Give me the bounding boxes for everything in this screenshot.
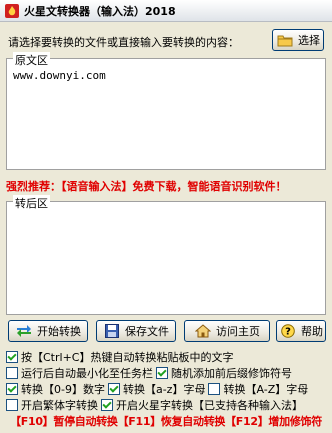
option-traditional[interactable]: 开启繁体字转换 <box>6 397 98 413</box>
house-icon <box>194 322 212 340</box>
checkbox[interactable] <box>156 367 168 379</box>
help-button-label: 帮助 <box>301 325 323 338</box>
option-row-4: 开启繁体字转换 开启火星字转换【已支持各种输入法】 <box>6 397 306 413</box>
select-button-label: 选择 <box>298 34 320 47</box>
option-label: 转换【0-9】数字 <box>21 383 105 396</box>
select-file-button[interactable]: 选择 <box>272 29 324 51</box>
option-row-2: 运行后自动最小化至任务栏 随机添加前后缀修饰符号 <box>6 365 295 381</box>
option-row-3: 转换【0-9】数字 转换【a-z】字母 转换【A-Z】字母 <box>6 381 311 397</box>
option-label: 按【Ctrl+C】热键自动转换粘贴板中的文字 <box>21 351 234 364</box>
folder-icon <box>276 31 294 49</box>
target-legend: 转后区 <box>13 195 50 211</box>
promo-text[interactable]: 强烈推荐：【语音输入法】免费下载，智能语音识别软件！ <box>6 178 287 194</box>
checkbox[interactable] <box>6 367 18 379</box>
option-martian[interactable]: 开启火星字转换【已支持各种输入法】 <box>101 397 303 413</box>
checkbox[interactable] <box>6 399 18 411</box>
hotkeys-hint: 【F10】暂停自动转换【F11】恢复自动转换【F12】增加修饰符 <box>10 415 322 428</box>
option-uppercase[interactable]: 转换【A-Z】字母 <box>208 381 308 397</box>
flame-icon <box>4 3 20 19</box>
source-textarea[interactable]: www.downyi.com <box>13 69 319 163</box>
help-button[interactable]: ? 帮助 <box>276 320 326 342</box>
save-button-label: 保存文件 <box>125 325 169 338</box>
source-area[interactable]: 原文区 www.downyi.com <box>6 52 326 170</box>
option-label: 随机添加前后缀修饰符号 <box>171 367 292 380</box>
checkbox[interactable] <box>6 351 18 363</box>
source-legend: 原文区 <box>13 52 50 68</box>
window-title: 火星文转换器（输入法）2018 <box>24 5 176 18</box>
option-label: 转换【A-Z】字母 <box>223 383 309 396</box>
checkbox[interactable] <box>6 383 18 395</box>
home-button-label: 访问主页 <box>216 325 260 338</box>
prompt-label: 请选择要转换的文件或直接输入要转换的内容： <box>8 36 239 49</box>
convert-button[interactable]: 开始转换 <box>8 320 88 342</box>
svg-text:?: ? <box>285 327 291 338</box>
floppy-icon <box>103 322 121 340</box>
save-button[interactable]: 保存文件 <box>96 320 176 342</box>
option-label: 开启繁体字转换 <box>21 399 98 412</box>
double-arrow-icon <box>15 322 33 340</box>
option-label: 开启火星字转换【已支持各种输入法】 <box>116 399 303 412</box>
option-label: 转换【a-z】字母 <box>122 383 206 396</box>
checkbox[interactable] <box>101 399 113 411</box>
option-ctrl-c[interactable]: 按【Ctrl+C】热键自动转换粘贴板中的文字 <box>6 349 233 365</box>
option-minimize[interactable]: 运行后自动最小化至任务栏 <box>6 365 153 381</box>
checkbox[interactable] <box>107 383 120 395</box>
option-label: 运行后自动最小化至任务栏 <box>21 367 153 380</box>
target-area[interactable]: 转后区 <box>6 195 326 315</box>
question-icon: ? <box>279 322 297 340</box>
option-random-suffix[interactable]: 随机添加前后缀修饰符号 <box>156 365 292 381</box>
title-bar[interactable]: 火星文转换器（输入法）2018 <box>0 0 332 22</box>
checkbox[interactable] <box>208 383 221 395</box>
target-textarea[interactable] <box>13 212 319 308</box>
option-lowercase[interactable]: 转换【a-z】字母 <box>107 381 206 397</box>
home-button[interactable]: 访问主页 <box>184 320 270 342</box>
convert-button-label: 开始转换 <box>37 325 81 338</box>
option-digits[interactable]: 转换【0-9】数字 <box>6 381 105 397</box>
